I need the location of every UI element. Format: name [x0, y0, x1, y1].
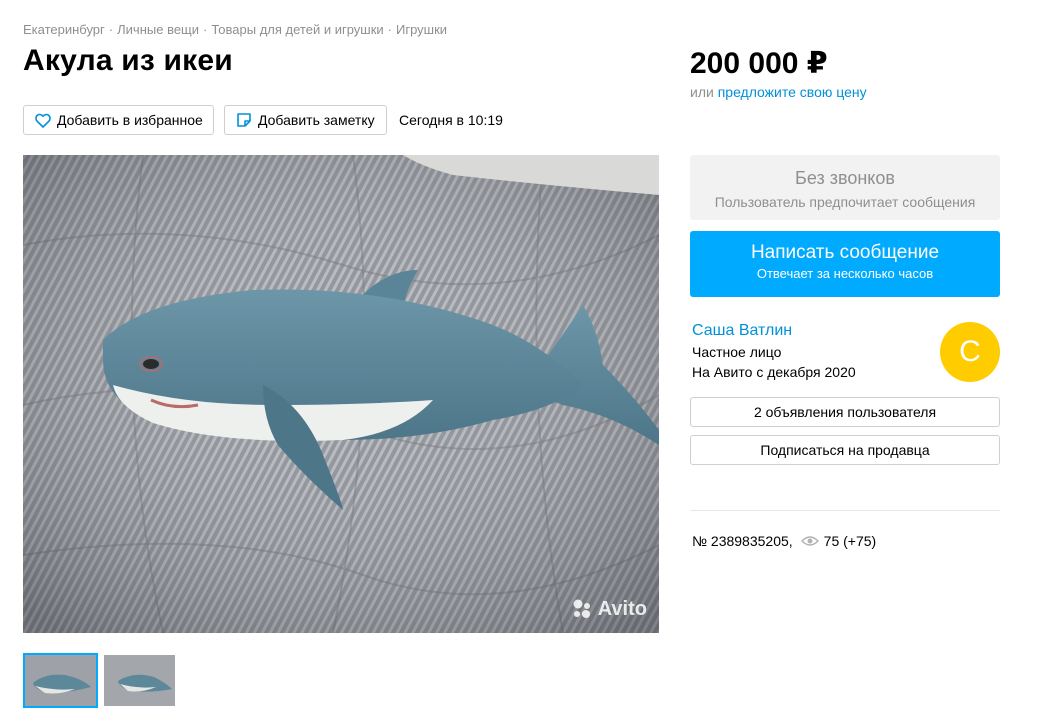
- main-photo[interactable]: Avito: [23, 155, 659, 633]
- price-or-text: или: [690, 84, 714, 100]
- breadcrumb-city[interactable]: Екатеринбург: [23, 22, 105, 37]
- write-message-label: Написать сообщение: [750, 242, 940, 263]
- add-to-favorites-label: Добавить в избранное: [57, 112, 203, 128]
- eye-icon: [800, 536, 819, 546]
- breadcrumb-category[interactable]: Личные вещи: [117, 22, 199, 37]
- thumbnail-1-image: [25, 655, 96, 706]
- breadcrumb-subcategory[interactable]: Товары для детей и игрушки: [211, 22, 383, 37]
- thumbnail-2-image: [104, 655, 175, 706]
- seller-type: Частное лицо: [692, 344, 782, 360]
- page-title: Акула из икеи: [23, 44, 233, 77]
- note-icon: [237, 113, 251, 127]
- ad-meta: № 2389835205, 75 (+75): [692, 533, 876, 549]
- avito-watermark: Avito: [570, 597, 647, 621]
- response-time-label: Отвечает за несколько часов: [756, 266, 934, 281]
- breadcrumb: Екатеринбург · Личные вещи · Товары для дете…: [23, 22, 447, 37]
- no-calls-title: Без звонков: [795, 168, 895, 188]
- item-actions: Добавить в избранное Добавить заметку Се…: [23, 105, 503, 135]
- price: 200 000 ₽: [690, 47, 828, 80]
- watermark-text: Avito: [597, 597, 647, 620]
- subscribe-seller-label: Подписаться на продавца: [760, 442, 930, 458]
- seller-ads-label: 2 объявления пользователя: [753, 404, 937, 420]
- avito-logo-icon: [573, 599, 590, 618]
- no-calls-subtitle: Пользователь предпочитает сообщения: [714, 194, 976, 210]
- seller-name-link[interactable]: Саша Ватлин: [692, 322, 792, 340]
- divider: [690, 510, 1000, 511]
- seller-ads-button[interactable]: 2 объявления пользователя: [690, 397, 1000, 427]
- no-calls-notice: Без звонков Пользователь предпочитает со…: [690, 155, 1000, 220]
- photo-thumbnails: [23, 653, 181, 708]
- add-to-favorites-button[interactable]: Добавить в избранное: [23, 105, 214, 135]
- avatar[interactable]: С: [940, 322, 1000, 382]
- add-note-label: Добавить заметку: [258, 112, 375, 128]
- add-note-button[interactable]: Добавить заметку: [224, 105, 387, 135]
- breadcrumb-separator: ·: [108, 22, 114, 37]
- view-count: 75 (+75): [823, 533, 877, 549]
- shark-plush-photo: [23, 155, 659, 633]
- price-offer: или предложите свою цену: [690, 84, 867, 100]
- breadcrumb-section[interactable]: Игрушки: [396, 22, 447, 37]
- heart-icon: [35, 113, 51, 128]
- ad-number: № 2389835205,: [692, 533, 793, 549]
- write-message-button[interactable]: Написать сообщение Отвечает за несколько…: [690, 231, 1000, 297]
- offer-price-link[interactable]: предложите свою цену: [718, 84, 867, 100]
- publish-date: Сегодня в 10:19: [399, 112, 503, 128]
- subscribe-seller-button[interactable]: Подписаться на продавца: [690, 435, 1000, 465]
- avatar-letter: С: [959, 335, 981, 368]
- breadcrumb-separator: ·: [203, 22, 208, 37]
- thumbnail-1[interactable]: [23, 653, 98, 708]
- thumbnail-2[interactable]: [102, 653, 177, 708]
- breadcrumb-separator: ·: [387, 22, 393, 37]
- seller-since: На Авито с декабря 2020: [692, 364, 856, 380]
